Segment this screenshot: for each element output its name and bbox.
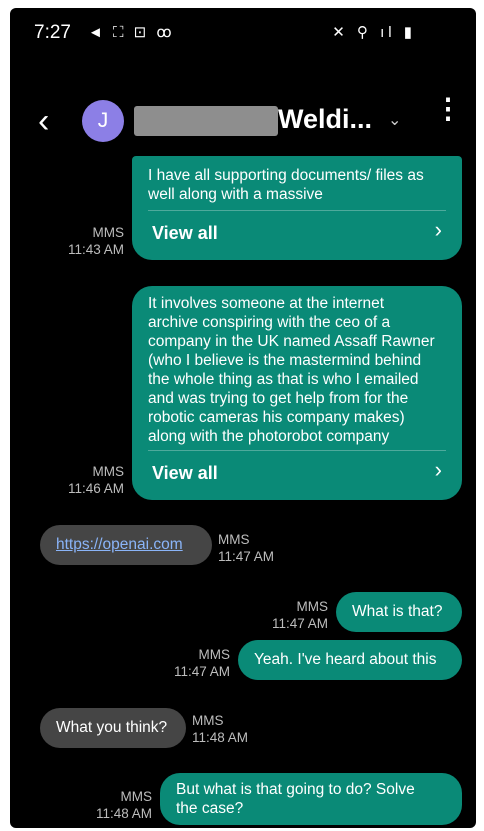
- message-time: 11:43 AM: [67, 242, 124, 257]
- message-bubble-outgoing[interactable]: But what is that going to do? Solve the …: [160, 773, 462, 825]
- bubble-divider: [148, 210, 446, 211]
- message-time: 11:46 AM: [67, 481, 124, 496]
- status-notification-icons: ◄ ⛶ ⊡ ꝏ: [88, 24, 175, 41]
- status-bar: 7:27 ◄ ⛶ ⊡ ꝏ ✕ ⚲ ıl ▮: [10, 8, 476, 60]
- message-bubble-outgoing[interactable]: What is that?: [336, 592, 462, 632]
- bubble-divider: [148, 450, 446, 451]
- chevron-down-icon[interactable]: ⌄: [388, 110, 401, 130]
- message-bubble-outgoing[interactable]: Yeah. I've heard about this: [238, 640, 462, 680]
- message-link[interactable]: https://openai.com: [56, 535, 183, 554]
- message-bubble-outgoing[interactable]: I have all supporting documents/ files a…: [132, 156, 462, 260]
- avatar[interactable]: J: [82, 100, 124, 142]
- message-time: 11:47 AM: [218, 549, 275, 564]
- message-type: MMS: [92, 225, 125, 240]
- message-meta: MMS 11:47 AM: [152, 646, 230, 680]
- message-line: I have all supporting documents/ files a…: [148, 167, 424, 184]
- message-meta: MMS 11:48 AM: [192, 712, 272, 746]
- message-type: MMS: [120, 789, 153, 804]
- message-text: What you think?: [56, 719, 168, 736]
- message-line: and was trying to get help from for the: [148, 390, 409, 407]
- message-line: company in the UK named Assaff Rawner: [148, 333, 435, 350]
- view-all-button[interactable]: View all: [152, 464, 218, 483]
- chevron-right-icon[interactable]: ›: [435, 459, 442, 481]
- back-icon[interactable]: ‹: [38, 104, 49, 138]
- message-meta: MMS 11:47 AM: [248, 598, 328, 632]
- message-line: archive conspiring with the ceo of a: [148, 314, 391, 331]
- chevron-right-icon[interactable]: ›: [435, 219, 442, 241]
- message-text: Yeah. I've heard about this: [254, 651, 437, 668]
- view-all-button[interactable]: View all: [152, 224, 218, 243]
- message-line: robotic cameras his company makes): [148, 409, 405, 426]
- message-time: 11:47 AM: [271, 616, 328, 631]
- contact-name[interactable]: Weldi...: [278, 104, 372, 135]
- conversation-header: ‹ J Weldi... ⌄ ⋮: [10, 95, 476, 156]
- message-text: What is that?: [352, 603, 443, 620]
- message-bubble-outgoing[interactable]: It involves someone at the internet arch…: [132, 286, 462, 500]
- message-time: 11:48 AM: [192, 730, 249, 745]
- message-meta: MMS 11:46 AM: [54, 463, 124, 497]
- message-time: 11:48 AM: [95, 806, 152, 821]
- message-meta: MMS 11:43 AM: [54, 224, 124, 258]
- message-line: It involves someone at the internet: [148, 295, 385, 312]
- message-time: 11:47 AM: [173, 664, 230, 679]
- message-type: MMS: [296, 599, 329, 614]
- message-type: MMS: [192, 713, 224, 728]
- message-line: But what is that going to do? Solve: [176, 781, 415, 798]
- status-time: 7:27: [34, 22, 71, 43]
- more-options-icon[interactable]: ⋮: [434, 95, 462, 123]
- message-type: MMS: [198, 647, 231, 662]
- message-line: the whole thing as that is who I emailed: [148, 371, 419, 388]
- message-type: MMS: [218, 532, 250, 547]
- message-line: along with the photorobot company: [148, 428, 390, 445]
- message-type: MMS: [92, 464, 125, 479]
- message-bubble-incoming[interactable]: https://openai.com: [40, 525, 212, 565]
- status-system-icons: ✕ ⚲ ıl ▮: [332, 24, 416, 41]
- phone-screen: 7:27 ◄ ⛶ ⊡ ꝏ ✕ ⚲ ıl ▮ ‹ J Weldi... ⌄ ⋮ I…: [10, 8, 476, 828]
- message-bubble-incoming[interactable]: What you think?: [40, 708, 186, 748]
- message-meta: MMS 11:47 AM: [218, 531, 298, 565]
- redacted-name-block: [134, 106, 278, 136]
- message-line: well along with a massive: [148, 186, 323, 203]
- message-line: (who I believe is the mastermind behind: [148, 352, 422, 369]
- message-meta: MMS 11:48 AM: [74, 788, 152, 822]
- message-line: the case?: [176, 800, 244, 817]
